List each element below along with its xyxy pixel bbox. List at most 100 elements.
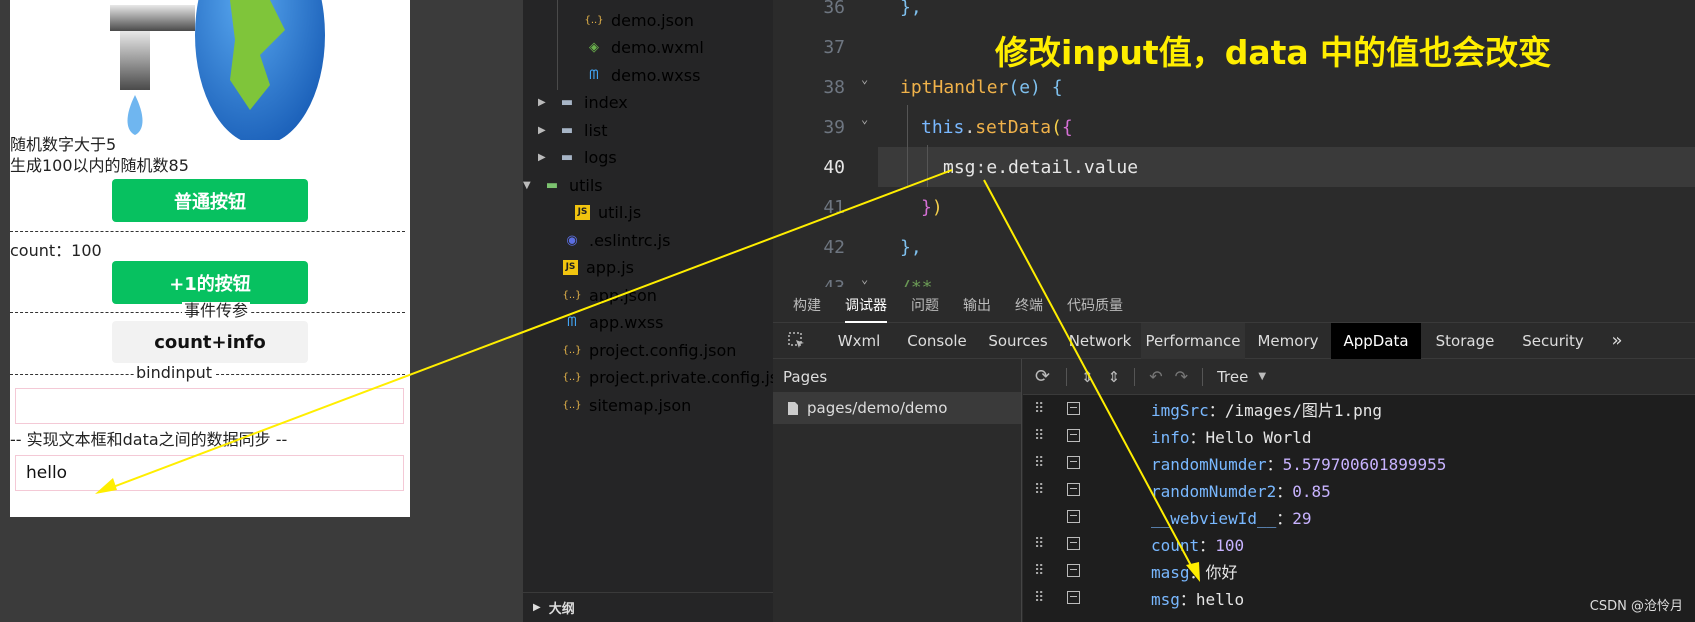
drag-handle-icon[interactable]: ⠿ <box>1034 401 1044 417</box>
tree-item[interactable]: ᗰ demo.wxss <box>585 63 700 87</box>
tree-item[interactable]: ◈ demo.wxml <box>585 35 704 59</box>
tree-item[interactable]: ◉ .eslintrc.js <box>563 228 670 252</box>
fold-chevron-icon[interactable]: ⌄ <box>861 272 868 286</box>
panel-tab-wxml[interactable]: Wxml <box>821 323 897 359</box>
fold-chevron-icon[interactable]: ⌄ <box>861 112 868 126</box>
appdata-row[interactable]: ⠿ info：Hello World <box>1023 422 1695 449</box>
page-item[interactable]: pages/demo/demo <box>773 392 1021 424</box>
json-icon: {..} <box>584 14 604 26</box>
collapse-all-icon[interactable]: ⇕ <box>1081 368 1094 386</box>
redo-icon[interactable]: ↷ <box>1175 367 1188 386</box>
chevron-down-icon[interactable]: ▼ <box>523 180 533 191</box>
drag-handle-icon[interactable]: ⠿ <box>1034 428 1044 444</box>
tree-item[interactable]: {..} demo.json <box>584 8 694 32</box>
appdata-value[interactable]: hello <box>1196 590 1244 609</box>
tree-item-label: index <box>584 92 628 112</box>
drag-handle-icon[interactable]: ⠿ <box>1034 536 1044 552</box>
appdata-row[interactable]: __webviewId__：29 <box>1023 503 1695 530</box>
annotation-text: 修改input值，data 中的值也会改变 <box>995 33 1552 72</box>
panel-tab-network[interactable]: Network <box>1059 323 1141 359</box>
tree-item[interactable]: ▼ ▬ utils <box>523 173 603 197</box>
drag-handle-icon[interactable]: ⠿ <box>1034 482 1044 498</box>
appdata-value[interactable]: 5.579700601899955 <box>1283 455 1447 474</box>
undo-icon[interactable]: ↶ <box>1149 367 1162 386</box>
appdata-row[interactable]: ⠿ masg：你好 <box>1023 557 1695 584</box>
css-icon: ᗰ <box>567 314 577 330</box>
drag-handle-icon[interactable]: ⠿ <box>1034 563 1044 579</box>
appdata-row[interactable]: ⠿ count：100 <box>1023 530 1695 557</box>
tree-item-label: util.js <box>598 202 642 222</box>
fold-chevron-icon[interactable]: ⌄ <box>861 72 868 86</box>
tree-item[interactable]: {..} app.json <box>562 283 657 307</box>
devtools-tab[interactable]: 终端 <box>1015 287 1043 323</box>
collapse-box-icon[interactable] <box>1067 429 1080 442</box>
css-icon: ᗰ <box>589 67 599 83</box>
devtools-tab[interactable]: 调试器 <box>845 287 887 323</box>
tree-item-label: logs <box>584 147 617 167</box>
drag-handle-icon[interactable]: ⠿ <box>1034 455 1044 471</box>
chevron-right-icon[interactable]: ▶ <box>538 125 548 136</box>
panel-tab-console[interactable]: Console <box>897 323 977 359</box>
tree-item-label: demo.json <box>611 10 694 30</box>
tree-item[interactable]: {..} sitemap.json <box>562 393 691 417</box>
collapse-box-icon[interactable] <box>1067 537 1080 550</box>
tree-item[interactable]: JS app.js <box>563 255 634 279</box>
devtools-tab[interactable]: 问题 <box>911 287 939 323</box>
tree-item-label: app.json <box>589 285 657 305</box>
refresh-icon[interactable]: ⟳ <box>1035 366 1050 387</box>
appdata-key: randomNumder2：0.85 <box>1151 481 1331 501</box>
normal-button[interactable]: 普通按钮 <box>112 179 308 222</box>
panel-tab-storage[interactable]: Storage <box>1421 323 1509 359</box>
tree-item[interactable]: {..} project.private.config.js... <box>562 365 794 389</box>
sync-input-field[interactable]: hello <box>15 455 404 491</box>
expand-all-icon[interactable]: ⇕ <box>1108 368 1121 386</box>
appdata-value[interactable]: 100 <box>1215 536 1244 555</box>
appdata-key: info：Hello World <box>1151 427 1312 447</box>
bind-input-field[interactable] <box>15 388 404 424</box>
appdata-value[interactable]: 29 <box>1292 509 1311 528</box>
panel-tab-sources[interactable]: Sources <box>977 323 1059 359</box>
devtools-tab[interactable]: 代码质量 <box>1067 287 1123 323</box>
collapse-box-icon[interactable] <box>1067 483 1080 496</box>
more-tabs-icon[interactable]: » <box>1597 323 1637 359</box>
chevron-right-icon[interactable]: ▶ <box>538 97 548 108</box>
appdata-row[interactable]: ⠿ randomNumder：5.579700601899955 <box>1023 449 1695 476</box>
tree-item[interactable]: ▶ ▬ index <box>538 90 628 114</box>
appdata-value[interactable]: Hello World <box>1206 428 1312 447</box>
panel-tab-appdata[interactable]: AppData <box>1331 322 1421 359</box>
appdata-row[interactable]: ⠿ imgSrc：/images/图片1.png <box>1023 395 1695 422</box>
outline-section[interactable]: ▶ 大纲 <box>523 592 773 622</box>
collapse-box-icon[interactable] <box>1067 402 1080 415</box>
view-mode-select[interactable]: Tree <box>1217 368 1248 386</box>
panel-tab-security[interactable]: Security <box>1509 323 1597 359</box>
collapse-box-icon[interactable] <box>1067 591 1080 604</box>
tree-item-label: project.private.config.js... <box>589 367 794 387</box>
devtools-tab[interactable]: 构建 <box>793 287 821 323</box>
line-number: 38 <box>823 77 845 98</box>
count-info-button[interactable]: count+info <box>112 321 308 363</box>
tree-item[interactable]: ▶ ▬ list <box>538 118 608 142</box>
panel-tab-memory[interactable]: Memory <box>1245 323 1331 359</box>
tree-item[interactable]: JS util.js <box>575 200 641 224</box>
caret-down-icon[interactable]: ▼ <box>1258 371 1266 382</box>
collapse-box-icon[interactable] <box>1067 564 1080 577</box>
appdata-row[interactable]: ⠿ randomNumder2：0.85 <box>1023 476 1695 503</box>
plus-one-button[interactable]: +1的按钮 <box>112 261 308 304</box>
tree-item[interactable]: ᗰ app.wxss <box>563 310 663 334</box>
appdata-tree: ⠿ imgSrc：/images/图片1.png ⠿ info：Hello World… <box>1023 395 1695 622</box>
drag-handle-icon[interactable]: ⠿ <box>1034 590 1044 606</box>
collapse-box-icon[interactable] <box>1067 510 1080 523</box>
appdata-key: imgSrc：/images/图片1.png <box>1151 400 1383 420</box>
tree-item[interactable]: {..} project.config.json <box>562 338 736 362</box>
appdata-value[interactable]: 你好 <box>1206 563 1238 582</box>
devtools-tab[interactable]: 输出 <box>963 287 991 323</box>
panel-tab-performance[interactable]: Performance <box>1141 322 1245 359</box>
collapse-box-icon[interactable] <box>1067 456 1080 469</box>
chevron-right-icon[interactable]: ▶ <box>538 152 548 163</box>
inspect-element-icon[interactable] <box>773 323 821 359</box>
appdata-value[interactable]: 0.85 <box>1292 482 1331 501</box>
folder-icon: ▬ <box>560 122 574 138</box>
tree-item[interactable]: ▶ ▬ logs <box>538 145 617 169</box>
line-number: 37 <box>823 37 845 58</box>
appdata-value[interactable]: /images/图片1.png <box>1225 401 1382 420</box>
